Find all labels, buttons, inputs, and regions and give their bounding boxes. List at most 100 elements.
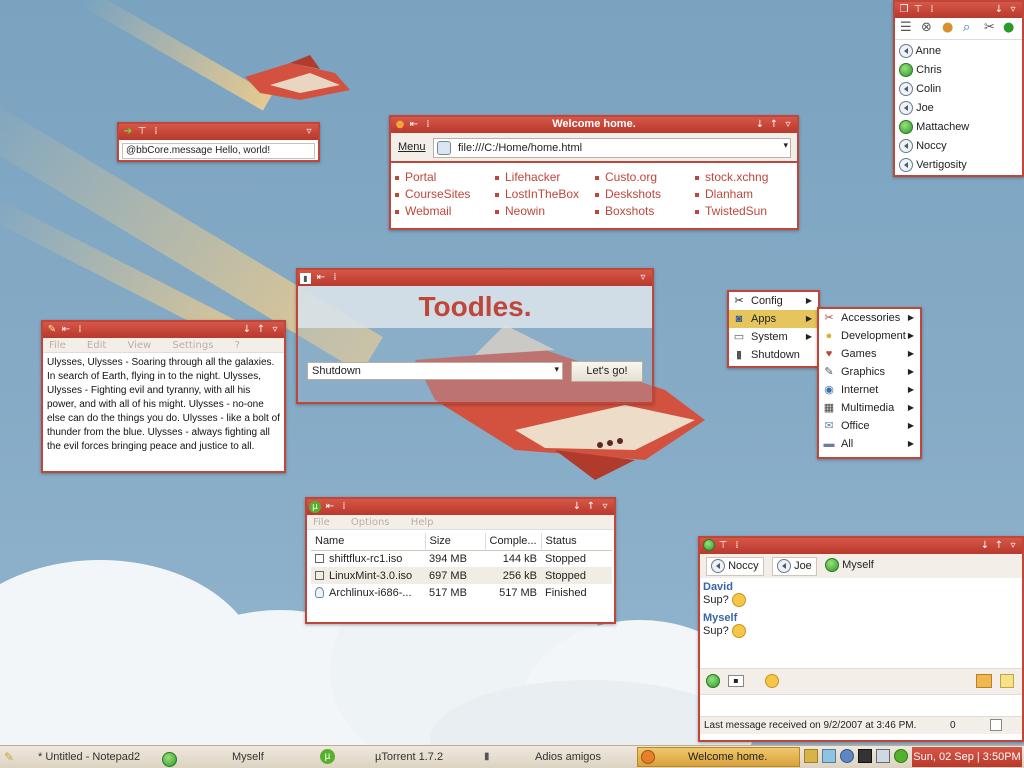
move-up-icon[interactable]: ↑ xyxy=(992,539,1006,552)
status-icon[interactable]: ● xyxy=(1003,20,1014,35)
minimize-icon[interactable]: ▿ xyxy=(781,118,795,131)
menu-edit[interactable]: Edit xyxy=(87,340,106,351)
menu-item-system[interactable]: ▭ System ▶ xyxy=(729,328,818,346)
bbcore-command-input[interactable]: @bbCore.message Hello, world! xyxy=(122,143,315,159)
pin-icon[interactable]: ⊤ xyxy=(716,539,730,552)
link[interactable]: LostInTheBox xyxy=(505,187,579,201)
list-item[interactable]: Joe xyxy=(895,99,1022,118)
link[interactable]: Boxshots xyxy=(605,204,654,218)
move-down-icon[interactable]: ↓ xyxy=(570,500,584,513)
minimize-icon[interactable]: ▿ xyxy=(1006,3,1020,16)
submenu-item-internet[interactable]: ◉ Internet ▶ xyxy=(819,381,920,399)
list-item[interactable]: Mattachew xyxy=(895,118,1022,137)
list-icon[interactable]: ☰ xyxy=(900,20,912,35)
task-welcome-home[interactable]: Welcome home. xyxy=(637,747,800,767)
status-icon[interactable] xyxy=(706,674,720,688)
history-icon[interactable] xyxy=(976,674,992,688)
grip-icon[interactable]: ⁞ xyxy=(925,3,939,16)
link[interactable]: Dlanham xyxy=(705,187,753,201)
column-header-status[interactable]: Status xyxy=(541,533,612,550)
emoticon-icon[interactable] xyxy=(765,674,779,688)
move-up-icon[interactable]: ↑ xyxy=(767,118,781,131)
submenu-item-all[interactable]: ▬ All ▶ xyxy=(819,435,920,453)
link[interactable]: Webmail xyxy=(405,204,451,218)
menu-settings[interactable]: Settings xyxy=(172,340,213,351)
menu-help[interactable]: ? xyxy=(235,340,240,351)
move-down-icon[interactable]: ↓ xyxy=(992,3,1006,16)
tools-icon[interactable]: ✂ xyxy=(984,20,995,35)
grip-icon[interactable]: ⁞ xyxy=(730,539,744,552)
grip-icon[interactable]: ⁞ xyxy=(337,500,351,513)
message-input[interactable] xyxy=(700,694,1022,716)
link[interactable]: CourseSites xyxy=(405,187,470,201)
url-field[interactable]: file:///C:/Home/home.html ▾ xyxy=(433,138,791,158)
task-notepad[interactable]: * Untitled - Notepad2 xyxy=(38,747,140,767)
column-header-name[interactable]: Name xyxy=(311,533,426,550)
pin-icon[interactable]: ⇤ xyxy=(59,323,73,336)
task-adios-amigos[interactable]: Adios amigos xyxy=(535,747,601,767)
link[interactable]: TwistedSun xyxy=(705,204,767,218)
clock[interactable]: Sun, 02 Sep | 3:50PM xyxy=(912,747,1022,767)
menu-item-apps[interactable]: ◙ Apps ▶ xyxy=(729,310,818,328)
move-down-icon[interactable]: ↓ xyxy=(978,539,992,552)
list-item[interactable]: Chris xyxy=(895,61,1022,80)
move-up-icon[interactable]: ↑ xyxy=(254,323,268,336)
column-header-completed[interactable]: Comple... xyxy=(485,533,542,550)
column-header-size[interactable]: Size xyxy=(425,533,486,550)
tab-joe[interactable]: Joe xyxy=(772,557,817,576)
menu-file[interactable]: File xyxy=(49,340,66,351)
link[interactable]: Portal xyxy=(405,170,436,184)
link[interactable]: Lifehacker xyxy=(505,170,560,184)
contact-card-icon[interactable]: ▪ xyxy=(728,675,744,687)
tray-display-icon[interactable] xyxy=(876,749,890,763)
menu-item-shutdown[interactable]: ▮ Shutdown xyxy=(729,346,818,364)
contacts-icon[interactable]: ● xyxy=(942,20,953,35)
submenu-item-office[interactable]: ✉ Office ▶ xyxy=(819,417,920,435)
tab-myself[interactable]: Myself xyxy=(819,557,880,576)
move-down-icon[interactable]: ↓ xyxy=(753,118,767,131)
link[interactable]: Neowin xyxy=(505,204,545,218)
submenu-item-development[interactable]: ● Development ▶ xyxy=(819,327,920,345)
minimize-icon[interactable]: ▿ xyxy=(1006,539,1020,552)
link[interactable]: Deskshots xyxy=(605,187,661,201)
move-down-icon[interactable]: ↓ xyxy=(240,323,254,336)
table-row[interactable]: shiftflux-rc1.iso 394 MB 144 kB Stopped xyxy=(311,550,612,567)
grip-icon[interactable]: ⁞ xyxy=(149,125,163,138)
tray-globe-icon[interactable] xyxy=(840,749,854,763)
tray-notes-icon[interactable] xyxy=(804,749,818,763)
menu-help[interactable]: Help xyxy=(411,517,434,528)
menu-options[interactable]: Options xyxy=(351,517,390,528)
notepad-text-area[interactable]: Ulysses, Ulysses - Soaring through all t… xyxy=(43,353,284,470)
tray-utorrent-icon[interactable] xyxy=(894,749,908,763)
grip-icon[interactable]: ⁞ xyxy=(328,271,342,284)
grip-icon[interactable]: ⁞ xyxy=(73,323,87,336)
remove-contact-icon[interactable]: ⊗ xyxy=(921,20,932,35)
submenu-item-accessories[interactable]: ✂ Accessories ▶ xyxy=(819,309,920,327)
submenu-item-multimedia[interactable]: ▦ Multimedia ▶ xyxy=(819,399,920,417)
list-item[interactable]: Noccy xyxy=(895,137,1022,156)
chevron-down-icon[interactable]: ▾ xyxy=(554,365,559,375)
send-icon[interactable] xyxy=(990,719,1002,731)
submenu-item-graphics[interactable]: ✎ Graphics ▶ xyxy=(819,363,920,381)
table-row[interactable]: Archlinux-i686-... 517 MB 517 MB Finishe… xyxy=(311,584,612,601)
toodles-select[interactable]: Shutdown ▾ xyxy=(307,362,563,380)
minimize-icon[interactable]: ▿ xyxy=(302,125,316,138)
move-up-icon[interactable]: ↑ xyxy=(584,500,598,513)
tray-network-icon[interactable] xyxy=(822,749,836,763)
link[interactable]: stock.xchng xyxy=(705,170,768,184)
task-myself[interactable]: Myself xyxy=(232,747,264,767)
pin-icon[interactable]: ⇤ xyxy=(314,271,328,284)
table-row[interactable]: LinuxMint-3.0.iso 697 MB 256 kB Stopped xyxy=(311,567,612,584)
list-item[interactable]: Vertigosity xyxy=(895,156,1022,175)
list-item[interactable]: Anne xyxy=(895,42,1022,61)
task-utorrent[interactable]: µTorrent 1.7.2 xyxy=(375,747,443,767)
list-item[interactable]: Colin xyxy=(895,80,1022,99)
search-icon[interactable]: ⌕ xyxy=(963,20,970,35)
browser-menu-button[interactable]: Menu xyxy=(398,141,426,153)
submenu-item-games[interactable]: ♥ Games ▶ xyxy=(819,345,920,363)
minimize-icon[interactable]: ▿ xyxy=(268,323,282,336)
minimize-icon[interactable]: ▿ xyxy=(598,500,612,513)
tab-noccy[interactable]: Noccy xyxy=(706,557,764,576)
minimize-icon[interactable]: ▿ xyxy=(636,271,650,284)
pin-icon[interactable]: ⊤ xyxy=(911,3,925,16)
